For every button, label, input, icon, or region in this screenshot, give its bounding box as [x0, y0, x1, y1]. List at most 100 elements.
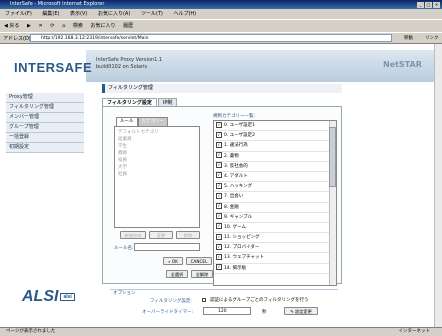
save-button[interactable]: ✎ 設定変更: [284, 307, 318, 315]
stop-button[interactable]: ✕: [38, 23, 42, 29]
refresh-button[interactable]: ⟳: [50, 23, 54, 29]
cancel-label: CANCEL: [190, 259, 208, 264]
list-item[interactable]: ✓ 0. ユーザ設定1: [214, 121, 336, 132]
window-title: InterSafe - Microsoft Internet Explorer: [10, 1, 105, 7]
category-label: 11. ショッピング: [224, 235, 260, 241]
checkbox-icon[interactable]: ✓: [216, 203, 222, 209]
sidebar-item-groups[interactable]: グループ管理: [6, 123, 84, 133]
list-item[interactable]: デフォルトカテゴリ: [118, 129, 196, 136]
group-filter-checkbox[interactable]: [202, 298, 206, 302]
checkbox-icon[interactable]: ✓: [216, 121, 222, 128]
list-item[interactable]: ✓ 4. アダルト: [214, 172, 336, 183]
category-list-label: 規制カテゴリー一覧:: [213, 114, 256, 119]
options-title: オプション: [113, 291, 136, 296]
list-item[interactable]: 学生: [118, 143, 196, 150]
links-button[interactable]: リンク: [425, 35, 439, 41]
home-button[interactable]: ⌂: [62, 23, 65, 29]
close-button[interactable]: ✕: [433, 2, 440, 8]
list-item[interactable]: ✓ 3. 反社会的: [214, 162, 336, 172]
category-label: 4. アダルト: [224, 173, 248, 179]
checkbox-icon[interactable]: ✓: [216, 162, 222, 169]
search-button[interactable]: 検索: [73, 23, 83, 29]
list-item[interactable]: ✓ 1. 違法行為: [214, 141, 336, 152]
menu-help[interactable]: ヘルプ(H): [173, 11, 196, 17]
maximize-button[interactable]: □: [425, 2, 432, 8]
rule-list[interactable]: デフォルトカテゴリ 従業員 学生 教師 役員 大学 社員: [114, 126, 200, 228]
group-filter-option: 認証によるグループごとのフィルタリングを行う: [210, 298, 309, 303]
checkbox-icon[interactable]: ✓: [216, 182, 222, 189]
select-all-button[interactable]: 全選択: [166, 270, 188, 278]
list-item[interactable]: ✓ 13. ウェブチャット: [214, 253, 336, 264]
checkbox-icon[interactable]: ✓: [216, 243, 222, 250]
checkbox-icon[interactable]: ✓: [216, 223, 222, 230]
filtering-setting-label: フィルタリング設定:: [150, 299, 192, 304]
sidebar-item-bulk[interactable]: 一括登録: [6, 133, 84, 143]
menu-tools[interactable]: ツール(T): [141, 11, 163, 17]
deselect-all-button[interactable]: 全解除: [191, 270, 213, 278]
delete-rule-button[interactable]: 削除: [176, 231, 200, 239]
back-button[interactable]: ◀ 戻る: [4, 23, 19, 29]
menu-file[interactable]: ファイル(F): [5, 11, 32, 17]
checkbox-icon[interactable]: ✓: [216, 152, 222, 159]
checkbox-icon[interactable]: ✓: [216, 264, 222, 271]
checkbox-icon[interactable]: ✓: [216, 192, 222, 199]
list-item[interactable]: ✓ 8. 金融: [214, 203, 336, 213]
sidebar: Proxy管理 フィルタリング管理 メンバー管理 グループ管理 一括登録 初期設…: [6, 93, 84, 153]
cancel-button[interactable]: CANCEL: [186, 257, 212, 265]
rule-name-label: ルール名:: [114, 246, 134, 251]
timer-unit: 秒: [262, 310, 267, 315]
sidebar-item-proxy[interactable]: Proxy管理: [6, 93, 84, 103]
page-title: フィルタリング管理: [102, 84, 342, 93]
list-item[interactable]: ✓ 12. プロバイダー: [214, 243, 336, 254]
category-label: 8. 金融: [224, 204, 239, 210]
checkbox-icon[interactable]: ✓: [216, 233, 222, 240]
list-item[interactable]: ✓ 0. ユーザ設定2: [214, 131, 336, 142]
list-item[interactable]: 教師: [118, 150, 196, 157]
alsi-logo: ALSI alsi: [22, 288, 75, 306]
list-item[interactable]: ✓ 5. ハッキング: [214, 182, 336, 193]
favorites-button[interactable]: お気に入り: [90, 23, 115, 29]
status-text: ページが表示されました: [6, 329, 56, 334]
sidebar-item-initial[interactable]: 初期設定: [6, 143, 84, 153]
checkbox-icon[interactable]: ✓: [216, 172, 222, 179]
override-timer-input[interactable]: 120: [203, 307, 251, 315]
sidebar-item-filtering[interactable]: フィルタリング管理: [6, 103, 84, 113]
category-label: 5. ハッキング: [224, 184, 253, 190]
page-scrollbar[interactable]: [434, 44, 442, 327]
category-scroll-thumb[interactable]: [329, 127, 336, 187]
menu-view[interactable]: 表示(V): [70, 11, 87, 17]
ok-label: OK: [171, 259, 178, 264]
minimize-button[interactable]: _: [417, 2, 424, 8]
list-item[interactable]: ✓ 14. 掲示板: [214, 264, 336, 274]
list-item[interactable]: ✓ 10. ゲーム: [214, 223, 336, 234]
category-label: 0. ユーザ設定2: [224, 133, 255, 139]
history-button[interactable]: 履歴: [123, 23, 133, 29]
product-version: InterSafe Proxy Version1.1: [96, 57, 163, 63]
list-item[interactable]: 役員: [118, 157, 196, 164]
list-item[interactable]: 従業員: [118, 136, 196, 143]
new-rule-button[interactable]: 新規作成: [120, 231, 146, 239]
category-label: 14. 掲示板: [224, 265, 247, 271]
edit-rule-button[interactable]: 変更: [149, 231, 173, 239]
go-button[interactable]: 移動: [404, 35, 413, 41]
list-item[interactable]: ✓ 11. ショッピング: [214, 233, 336, 244]
checkbox-icon[interactable]: ✓: [216, 131, 222, 138]
list-item[interactable]: 社員: [118, 171, 196, 178]
browser-toolbar: ◀ 戻る ▶ ✕ ⟳ ⌂ 検索 お気に入り 履歴: [0, 19, 442, 32]
checkbox-icon[interactable]: ✓: [216, 213, 222, 220]
checkbox-icon[interactable]: ✓: [216, 141, 222, 148]
menu-edit[interactable]: 編集(E): [42, 11, 59, 17]
forward-button[interactable]: ▶: [27, 23, 31, 29]
rule-name-input[interactable]: [134, 243, 200, 251]
checkbox-icon[interactable]: ✓: [216, 253, 222, 260]
menu-favorites[interactable]: お気に入り(A): [98, 11, 130, 17]
category-label: 9. ギャンブル: [224, 214, 253, 220]
list-item[interactable]: ✓ 2. 薬物: [214, 152, 336, 162]
category-label: 7. 出会い: [224, 194, 244, 200]
list-item[interactable]: ✓ 9. ギャンブル: [214, 213, 336, 223]
ok-button[interactable]: ⌕ OK: [163, 257, 183, 265]
list-item[interactable]: ✓ 7. 出会い: [214, 192, 336, 203]
address-input[interactable]: http://192.168.3.12:2319/intersafe/servl…: [30, 34, 392, 42]
list-item[interactable]: 大学: [118, 164, 196, 171]
sidebar-item-members[interactable]: メンバー管理: [6, 113, 84, 123]
